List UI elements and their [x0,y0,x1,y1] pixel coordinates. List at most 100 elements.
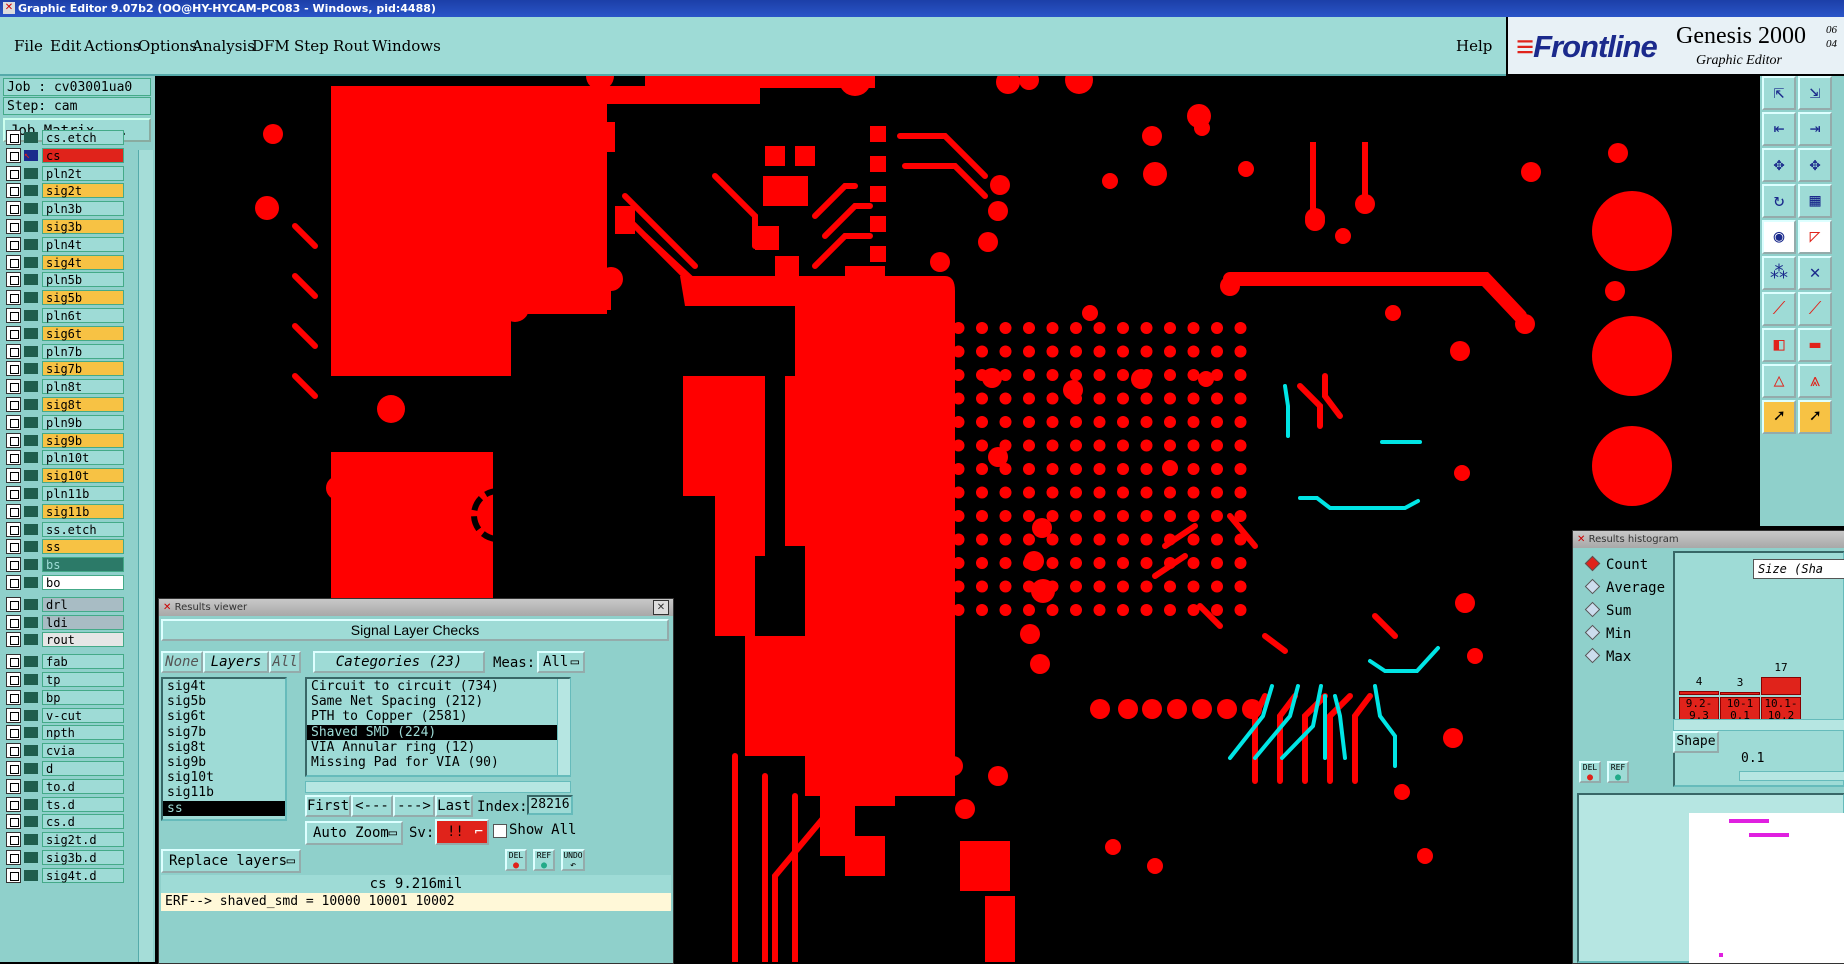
category-scrollbar[interactable] [557,679,570,775]
pointer-select-icon[interactable]: ➚ [1798,400,1832,434]
triangle-tool-icon[interactable]: △ [1762,364,1796,398]
category-list[interactable]: Circuit to circuit (734) Same Net Spacing… [305,677,571,777]
fit-screen-icon[interactable]: ✥ [1762,148,1796,182]
del-button[interactable]: DEL ● [505,849,527,871]
layer-checkbox[interactable] [6,672,21,687]
histogram-scrollbar[interactable] [1673,719,1844,731]
ruler-tool-icon[interactable]: ⩓ [1798,364,1832,398]
menu-file[interactable]: File [14,37,43,55]
layer-row[interactable]: pln9b [6,414,124,430]
none-button[interactable]: None [161,651,203,673]
menu-help[interactable]: Help [1456,37,1492,55]
results-layer-item[interactable]: ss [163,800,285,816]
layer-checkbox[interactable] [6,867,21,883]
layer-row[interactable]: ↖ cs [6,147,124,163]
layer-checkbox[interactable] [6,778,21,794]
redraw-icon[interactable]: ↻ [1762,184,1796,218]
layer-checkbox[interactable] [6,725,21,741]
layer-row[interactable]: pln2t [6,165,124,181]
layer-checkbox[interactable] [6,201,21,217]
category-item[interactable]: PTH to Copper (2581) [307,709,569,724]
last-button[interactable]: Last [435,795,473,817]
categories-button[interactable]: Categories (23) [313,651,485,673]
layer-row[interactable]: cs.d [6,814,124,830]
pointer-icon[interactable]: ➚ [1762,400,1796,434]
layer-checkbox[interactable] [6,343,21,359]
layer-row[interactable]: sig11b [6,503,124,519]
ref-button[interactable]: REF ● [533,849,555,871]
layer-checkbox[interactable] [6,290,21,306]
menu-analysis[interactable]: Analysis [192,37,255,55]
cross-select-icon[interactable]: ✕ [1798,256,1832,290]
layer-row[interactable]: pln5b [6,272,124,288]
menu-windows[interactable]: Windows [372,37,441,55]
layer-checkbox[interactable] [6,503,21,519]
layer-row[interactable]: cs.etch [6,130,124,145]
layer-row[interactable]: v-cut [6,707,124,723]
histogram-slider[interactable] [1739,771,1844,781]
layer-checkbox[interactable] [6,850,21,865]
layer-checkbox[interactable] [6,796,21,812]
layer-row[interactable]: ss.etch [6,521,124,537]
results-layer-item[interactable]: sig6t [163,709,285,724]
layer-checkbox[interactable] [6,814,21,830]
layer-row[interactable]: to.d [6,778,124,794]
category-item[interactable]: Missing Pad for VIA (90) [307,755,569,770]
slash-tool-icon[interactable]: ⟋ [1798,292,1832,326]
prev-button[interactable]: <--- [351,795,393,817]
layer-checkbox[interactable] [6,165,21,181]
feature-select-icon[interactable]: ◉ [1762,220,1796,254]
layer-row[interactable]: pln6t [6,308,124,323]
results-viewer-titlebar[interactable]: ✕ Results viewer ✕ [159,599,673,616]
layer-checkbox[interactable] [6,414,21,430]
layer-checkbox[interactable] [6,219,21,234]
layer-row[interactable]: sig9b [6,432,124,448]
layer-checkbox[interactable] [6,743,21,759]
pan-left-icon[interactable]: ⇤ [1762,112,1796,146]
results-layer-item[interactable]: sig4t [163,679,285,694]
histogram-bar[interactable] [1720,692,1760,695]
layer-checkbox[interactable] [6,254,21,270]
layer-checkbox[interactable] [6,272,21,288]
layer-row[interactable]: pln3b [6,201,124,217]
layer-checkbox[interactable] [6,486,21,501]
histogram-option[interactable]: Average [1584,578,1665,596]
layer-checkbox[interactable] [6,614,21,630]
layer-checkbox[interactable] [6,521,21,537]
layer-row[interactable]: d [6,761,124,776]
layer-row[interactable]: rout [6,632,124,648]
category-item[interactable]: VIA Annular ring (12) [307,740,569,755]
fit-window-icon[interactable]: ✥ [1798,148,1832,182]
shape-button[interactable]: Shape [1673,731,1719,753]
menu-rout[interactable]: Rout [333,37,369,55]
layer-row[interactable]: sig4t [6,254,124,270]
layer-scrollbar[interactable] [138,150,153,962]
hist-ref-button[interactable]: REF ● [1607,761,1629,783]
results-layer-item[interactable]: sig10t [163,770,285,785]
replace-layers-button[interactable]: Replace layers ▭ [161,849,301,873]
show-all-checkbox[interactable] [493,824,507,838]
category-item[interactable]: Circuit to circuit (734) [307,679,569,694]
results-layer-list[interactable]: sig4t sig5b sig6t sig7b sig8t sig9b sig10t sig1… [161,677,287,821]
histogram-option[interactable]: Count [1584,555,1648,573]
layer-checkbox[interactable] [6,539,21,555]
layer-checkbox[interactable] [6,654,21,670]
layer-row[interactable]: pln7b [6,343,124,359]
layer-row[interactable]: pln8t [6,379,124,395]
menu-edit[interactable]: Edit [50,37,81,55]
layer-checkbox[interactable] [6,632,21,648]
layer-row[interactable]: tp [6,672,124,687]
histogram-bar[interactable] [1679,691,1719,695]
category-hscrollbar[interactable] [305,781,571,793]
layer-row[interactable]: pln11b [6,486,124,501]
net-select-icon[interactable]: ⁂ [1762,256,1796,290]
menu-step[interactable]: Step [294,37,329,55]
results-layer-item[interactable]: sig7b [163,725,285,740]
size-dropdown[interactable]: Size (Sha [1753,559,1844,579]
layer-checkbox[interactable] [6,361,21,377]
zoom-home-icon[interactable]: ⇱ [1762,76,1796,110]
line-tool-icon[interactable]: ⟋ [1762,292,1796,326]
grid-icon[interactable]: ▦ [1798,184,1832,218]
close-icon[interactable]: ✕ [653,600,669,615]
layer-checkbox[interactable] [6,308,21,323]
